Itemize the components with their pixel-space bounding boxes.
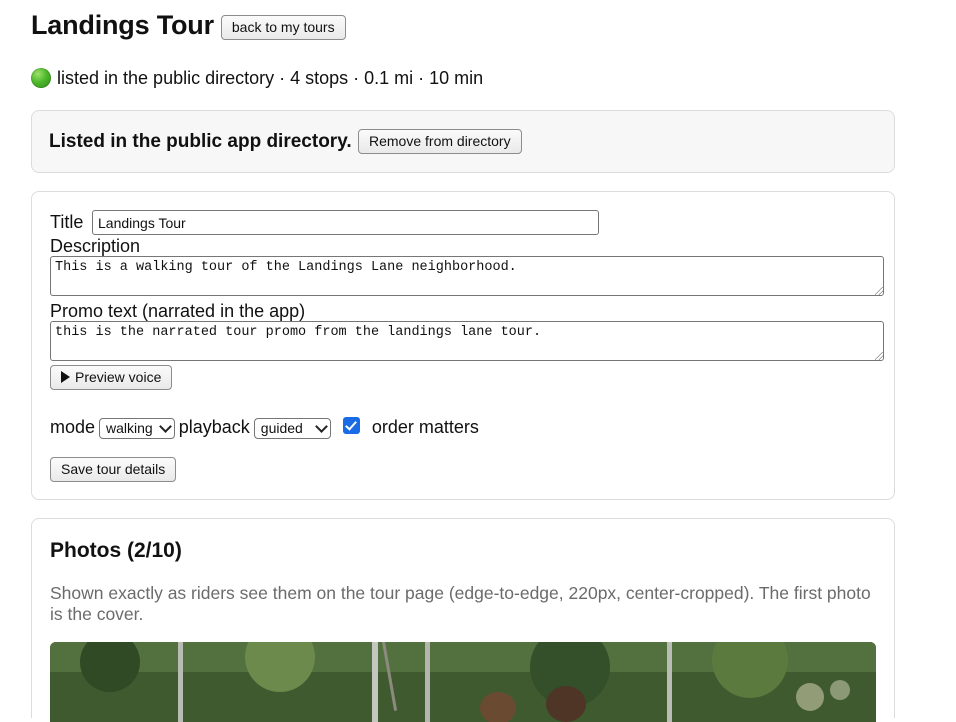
promo-label: Promo text (narrated in the app) [50, 301, 306, 321]
remove-from-directory-button[interactable]: Remove from directory [358, 129, 522, 154]
photos-section: Photos (2/10) Shown exactly as riders se… [31, 518, 895, 722]
green-circle-icon [31, 68, 51, 88]
play-icon [61, 371, 70, 383]
mode-select[interactable]: walking [99, 417, 175, 439]
photos-title: Photos (2/10) [50, 539, 182, 562]
tour-details-form: Title Description This is a walking tour… [31, 191, 895, 500]
preview-voice-button[interactable]: Preview voice [50, 365, 173, 390]
save-tour-details-button[interactable]: Save tour details [50, 457, 177, 482]
back-to-tours-button[interactable]: back to my tours [220, 14, 346, 40]
tour-status-text: listed in the public directory · 4 stops… [57, 68, 484, 88]
resize-handle-icon[interactable] [875, 352, 883, 360]
order-matters-label: order matters [371, 416, 479, 437]
page-header: Landings Tour back to my tours [31, 8, 346, 42]
description-label: Description [50, 236, 141, 256]
directory-panel: Listed in the public app directory. Remo… [31, 110, 895, 173]
promo-textarea[interactable]: this is the narrated tour promo from the… [50, 321, 884, 361]
order-matters-checkbox[interactable] [342, 416, 360, 434]
playback-label: playback [178, 416, 250, 437]
title-input[interactable] [92, 210, 599, 235]
mode-select-value: walking [106, 420, 153, 436]
chevron-down-icon [158, 419, 172, 433]
playback-select-value: guided [260, 420, 303, 436]
page-title: Landings Tour [31, 10, 214, 40]
mode-label: mode [50, 416, 96, 437]
resize-handle-icon[interactable] [875, 287, 883, 295]
directory-message: Listed in the public app directory. [49, 131, 352, 152]
cover-photo-image [50, 642, 876, 722]
chevron-down-icon [314, 419, 328, 433]
description-textarea[interactable]: This is a walking tour of the Landings L… [50, 256, 884, 296]
tour-status: listed in the public directory · 4 stops… [31, 66, 483, 90]
playback-select[interactable]: guided [253, 417, 331, 439]
cover-photo[interactable] [50, 642, 876, 722]
preview-voice-label: Preview voice [75, 369, 162, 385]
photos-description: Shown exactly as riders see them on the … [50, 583, 871, 624]
tour-options-row: mode walking playback guided order matte… [50, 414, 479, 440]
title-label: Title [50, 212, 84, 232]
